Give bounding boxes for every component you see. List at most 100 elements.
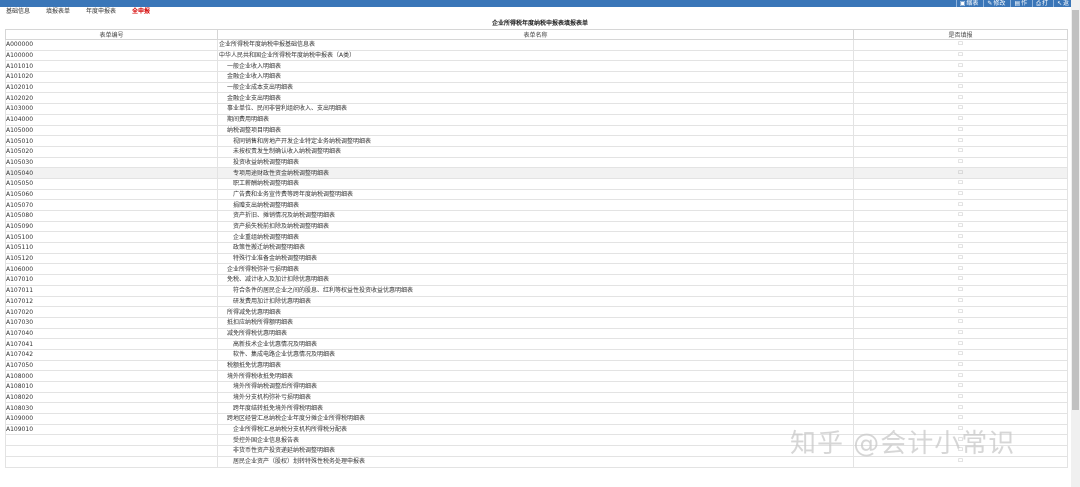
table-row[interactable]: A105050 职工薪酬纳税调整明细表 ☐ — [5, 177, 1068, 190]
form-name-cell[interactable]: 特殊行业准备金纳税调整明细表 — [217, 252, 854, 265]
table-row[interactable]: A105080 资产折旧、摊销情况及纳税调整明细表 ☐ — [5, 210, 1068, 222]
form-name-cell[interactable]: 未按权责发生制确认收入纳税调整明细表 — [217, 145, 854, 158]
filled-checkbox[interactable]: ☐ — [853, 199, 1068, 211]
table-row[interactable]: A108010 境外所得纳税调整后所得明细表 ☐ — [5, 381, 1068, 393]
table-row[interactable]: A105020 未按权责发生制确认收入纳税调整明细表 ☐ — [5, 145, 1068, 158]
form-name-cell[interactable]: 政策性搬迁纳税调整明细表 — [217, 242, 854, 254]
filled-checkbox[interactable]: ☐ — [853, 381, 1068, 393]
filled-checkbox[interactable]: ☐ — [853, 39, 1068, 51]
form-name-cell[interactable]: 税额抵免优惠明细表 — [217, 359, 854, 372]
form-name-cell[interactable]: 企业所得税汇总纳税分支机构所得税分配表 — [217, 423, 854, 436]
table-row[interactable]: A107042 软件、集成电路企业优惠情况及明细表 ☐ — [5, 348, 1068, 361]
table-row[interactable]: A107030 抵扣应纳税所得额明细表 ☐ — [5, 316, 1068, 329]
table-row[interactable]: A102010 一般企业成本支出明细表 ☐ — [5, 81, 1068, 94]
table-row[interactable]: A108030 跨年度结转抵免境外所得税明细表 ☐ — [5, 402, 1068, 415]
filled-checkbox[interactable]: ☐ — [853, 242, 1068, 254]
filled-checkbox[interactable]: ☐ — [853, 71, 1068, 83]
table-row[interactable]: A100000 中华人民共和国企业所得税年度纳税申报表（A类） ☐ — [5, 49, 1068, 62]
filled-checkbox[interactable]: ☐ — [853, 177, 1068, 190]
table-row[interactable]: A105010 视同销售和房地产开发企业特定业务纳税调整明细表 ☐ — [5, 135, 1068, 147]
tab-1[interactable]: 填报表单 — [46, 7, 70, 16]
form-name-cell[interactable]: 境外所得纳税调整后所得明细表 — [217, 381, 854, 393]
table-row[interactable]: A105040 专项用途财政性资金纳税调整明细表 ☐ — [5, 167, 1068, 179]
filled-checkbox[interactable]: ☐ — [853, 348, 1068, 361]
form-name-cell[interactable]: 一般企业成本支出明细表 — [217, 81, 854, 94]
filled-checkbox[interactable]: ☐ — [853, 306, 1068, 318]
form-name-cell[interactable]: 投资收益纳税调整明细表 — [217, 156, 854, 169]
table-row[interactable]: A105090 资产损失税前扣除及纳税调整明细表 ☐ — [5, 220, 1068, 233]
filled-checkbox[interactable]: ☐ — [853, 263, 1068, 276]
form-name-cell[interactable]: 一般企业收入明细表 — [217, 60, 854, 73]
filled-checkbox[interactable]: ☐ — [853, 60, 1068, 73]
filled-checkbox[interactable]: ☐ — [853, 156, 1068, 169]
filled-checkbox[interactable]: ☐ — [853, 359, 1068, 372]
form-name-cell[interactable]: 非货币性资产投资递延纳税调整明细表 — [217, 445, 854, 457]
form-name-cell[interactable]: 职工薪酬纳税调整明细表 — [217, 177, 854, 190]
table-row[interactable]: A105110 政策性搬迁纳税调整明细表 ☐ — [5, 242, 1068, 254]
form-name-cell[interactable]: 中华人民共和国企业所得税年度纳税申报表（A类） — [217, 49, 854, 62]
filled-checkbox[interactable]: ☐ — [853, 220, 1068, 233]
table-row[interactable]: A105120 特殊行业准备金纳税调整明细表 ☐ — [5, 252, 1068, 265]
form-name-cell[interactable]: 高新技术企业优惠情况及明细表 — [217, 338, 854, 350]
vertical-scrollbar[interactable] — [1071, 0, 1080, 487]
toolbar-button-0[interactable]: ▣ 缩表 — [955, 0, 982, 7]
form-name-cell[interactable]: 广告费和业务宣传费等跨年度纳税调整明细表 — [217, 188, 854, 201]
table-row[interactable]: A107012 研发费用加计扣除优惠明细表 ☐ — [5, 295, 1068, 308]
tab-0[interactable]: 基础信息 — [6, 7, 30, 16]
filled-checkbox[interactable]: ☐ — [853, 274, 1068, 286]
form-name-cell[interactable]: 纳税调整项目明细表 — [217, 124, 854, 137]
form-name-cell[interactable]: 金融企业支出明细表 — [217, 92, 854, 105]
toolbar-button-3[interactable]: ⎙ 打 — [1032, 0, 1051, 7]
table-row[interactable]: A000000 企业所得税年度纳税申报基础信息表 ☐ — [5, 39, 1068, 51]
filled-checkbox[interactable]: ☐ — [853, 113, 1068, 126]
form-name-cell[interactable]: 资产损失税前扣除及纳税调整明细表 — [217, 220, 854, 233]
table-row[interactable]: A102020 金融企业支出明细表 ☐ — [5, 92, 1068, 105]
table-row[interactable]: A104000 期间费用明细表 ☐ — [5, 113, 1068, 126]
form-name-cell[interactable]: 事业单位、民间非营利组织收入、支出明细表 — [217, 103, 854, 115]
filled-checkbox[interactable]: ☐ — [853, 81, 1068, 94]
toolbar-button-2[interactable]: ▤ 作 — [1010, 0, 1030, 7]
form-name-cell[interactable]: 跨年度结转抵免境外所得税明细表 — [217, 402, 854, 415]
table-row[interactable]: A106000 企业所得税弥补亏损明细表 ☐ — [5, 263, 1068, 276]
form-name-cell[interactable]: 减免所得税优惠明细表 — [217, 327, 854, 340]
filled-checkbox[interactable]: ☐ — [853, 49, 1068, 62]
filled-checkbox[interactable]: ☐ — [853, 284, 1068, 297]
table-row[interactable]: A101010 一般企业收入明细表 ☐ — [5, 60, 1068, 73]
table-row[interactable]: A105070 捐赠支出纳税调整明细表 ☐ — [5, 199, 1068, 211]
toolbar-button-4[interactable]: ↖ 返 — [1052, 0, 1072, 7]
form-name-cell[interactable]: 期间费用明细表 — [217, 113, 854, 126]
table-row[interactable]: A101020 金融企业收入明细表 ☐ — [5, 71, 1068, 83]
table-row[interactable]: A107011 符合条件的居民企业之间的股息、红利等权益性投资收益优惠明细表 ☐ — [5, 284, 1068, 297]
table-row[interactable]: A105100 企业重组纳税调整明细表 ☐ — [5, 231, 1068, 244]
form-name-cell[interactable]: 抵扣应纳税所得额明细表 — [217, 316, 854, 329]
form-name-cell[interactable]: 境外分支机构弥补亏损明细表 — [217, 391, 854, 404]
form-name-cell[interactable]: 企业所得税年度纳税申报基础信息表 — [217, 39, 854, 51]
table-row[interactable]: A107010 免税、减计收入及加计扣除优惠明细表 ☐ — [5, 274, 1068, 286]
tab-3[interactable]: 全申报 — [132, 7, 150, 16]
form-name-cell[interactable]: 境外所得税收抵免明细表 — [217, 370, 854, 382]
filled-checkbox[interactable]: ☐ — [853, 391, 1068, 404]
form-name-cell[interactable]: 金融企业收入明细表 — [217, 71, 854, 83]
tab-2[interactable]: 年度申报表 — [86, 7, 116, 16]
form-name-cell[interactable]: 居民企业资产（股权）划转特殊性税务处理申报表 — [217, 455, 854, 468]
form-name-cell[interactable]: 跨地区经营汇总纳税企业年度分摊企业所得税明细表 — [217, 413, 854, 425]
table-row[interactable]: A107020 所得减免优惠明细表 ☐ — [5, 306, 1068, 318]
filled-checkbox[interactable]: ☐ — [853, 402, 1068, 415]
filled-checkbox[interactable]: ☐ — [853, 295, 1068, 308]
form-name-cell[interactable]: 企业所得税弥补亏损明细表 — [217, 263, 854, 276]
filled-checkbox[interactable]: ☐ — [853, 92, 1068, 105]
form-name-cell[interactable]: 符合条件的居民企业之间的股息、红利等权益性投资收益优惠明细表 — [217, 284, 854, 297]
table-row[interactable]: A103000 事业单位、民间非营利组织收入、支出明细表 ☐ — [5, 103, 1068, 115]
filled-checkbox[interactable]: ☐ — [853, 370, 1068, 382]
table-row[interactable]: A107050 税额抵免优惠明细表 ☐ — [5, 359, 1068, 372]
toolbar-button-1[interactable]: ✎ 修改 — [983, 0, 1008, 7]
filled-checkbox[interactable]: ☐ — [853, 327, 1068, 340]
form-name-cell[interactable]: 研发费用加计扣除优惠明细表 — [217, 295, 854, 308]
form-name-cell[interactable]: 捐赠支出纳税调整明细表 — [217, 199, 854, 211]
form-name-cell[interactable]: 资产折旧、摊销情况及纳税调整明细表 — [217, 210, 854, 222]
scrollbar-thumb[interactable] — [1072, 10, 1079, 410]
table-row[interactable]: A107040 减免所得税优惠明细表 ☐ — [5, 327, 1068, 340]
form-name-cell[interactable]: 视同销售和房地产开发企业特定业务纳税调整明细表 — [217, 135, 854, 147]
filled-checkbox[interactable]: ☐ — [853, 135, 1068, 147]
filled-checkbox[interactable]: ☐ — [853, 103, 1068, 115]
